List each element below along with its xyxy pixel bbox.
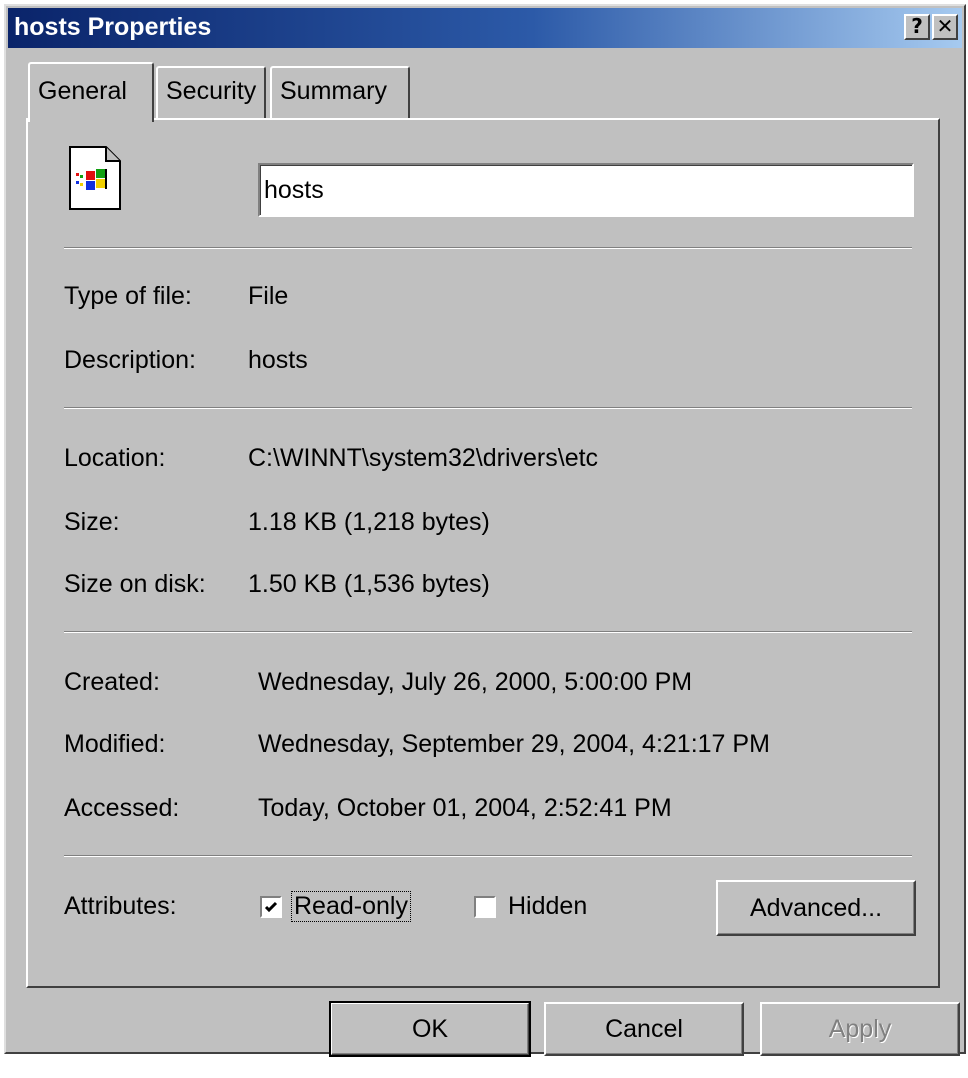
created-value: Wednesday, July 26, 2000, 5:00:00 PM — [258, 668, 693, 696]
separator — [64, 631, 912, 633]
cancel-button[interactable]: Cancel — [544, 1002, 744, 1056]
tab-security[interactable]: Security — [156, 66, 266, 118]
accessed-value: Today, October 01, 2004, 2:52:41 PM — [258, 794, 672, 822]
tab-summary[interactable]: Summary — [270, 66, 410, 118]
accessed-label: Accessed: — [64, 794, 180, 822]
checkmark-icon — [264, 901, 278, 913]
window-title: hosts Properties — [14, 13, 212, 41]
tab-general[interactable]: General — [28, 62, 154, 122]
separator — [64, 407, 912, 409]
ok-button[interactable]: OK — [329, 1001, 531, 1057]
description-value: hosts — [248, 346, 308, 374]
size-on-disk-value: 1.50 KB (1,536 bytes) — [248, 570, 490, 598]
separator — [64, 855, 912, 857]
separator — [64, 247, 912, 249]
description-label: Description: — [64, 346, 196, 374]
size-label: Size: — [64, 508, 120, 536]
location-value: C:\WINNT\system32\drivers\etc — [248, 444, 599, 472]
advanced-button[interactable]: Advanced... — [716, 880, 916, 936]
readonly-label[interactable]: Read-only — [291, 891, 411, 922]
modified-label: Modified: — [64, 730, 166, 758]
windows-file-icon — [66, 145, 122, 211]
size-on-disk-label: Size on disk: — [64, 570, 206, 598]
file-name-input[interactable] — [258, 163, 914, 217]
title-bar[interactable]: hosts Properties ? ✕ — [8, 8, 962, 48]
close-button[interactable]: ✕ — [932, 14, 958, 40]
attributes-label: Attributes: — [64, 892, 177, 920]
type-label: Type of file: — [64, 282, 192, 310]
location-label: Location: — [64, 444, 166, 472]
hidden-checkbox[interactable] — [474, 896, 496, 918]
size-value: 1.18 KB (1,218 bytes) — [248, 508, 490, 536]
type-value: File — [248, 282, 289, 310]
hidden-label[interactable]: Hidden — [508, 892, 587, 921]
apply-button[interactable]: Apply — [760, 1002, 960, 1056]
help-button[interactable]: ? — [904, 14, 930, 40]
modified-value: Wednesday, September 29, 2004, 4:21:17 P… — [258, 730, 770, 758]
created-label: Created: — [64, 668, 160, 696]
readonly-checkbox[interactable] — [260, 896, 282, 918]
close-icon: ✕ — [936, 14, 954, 38]
